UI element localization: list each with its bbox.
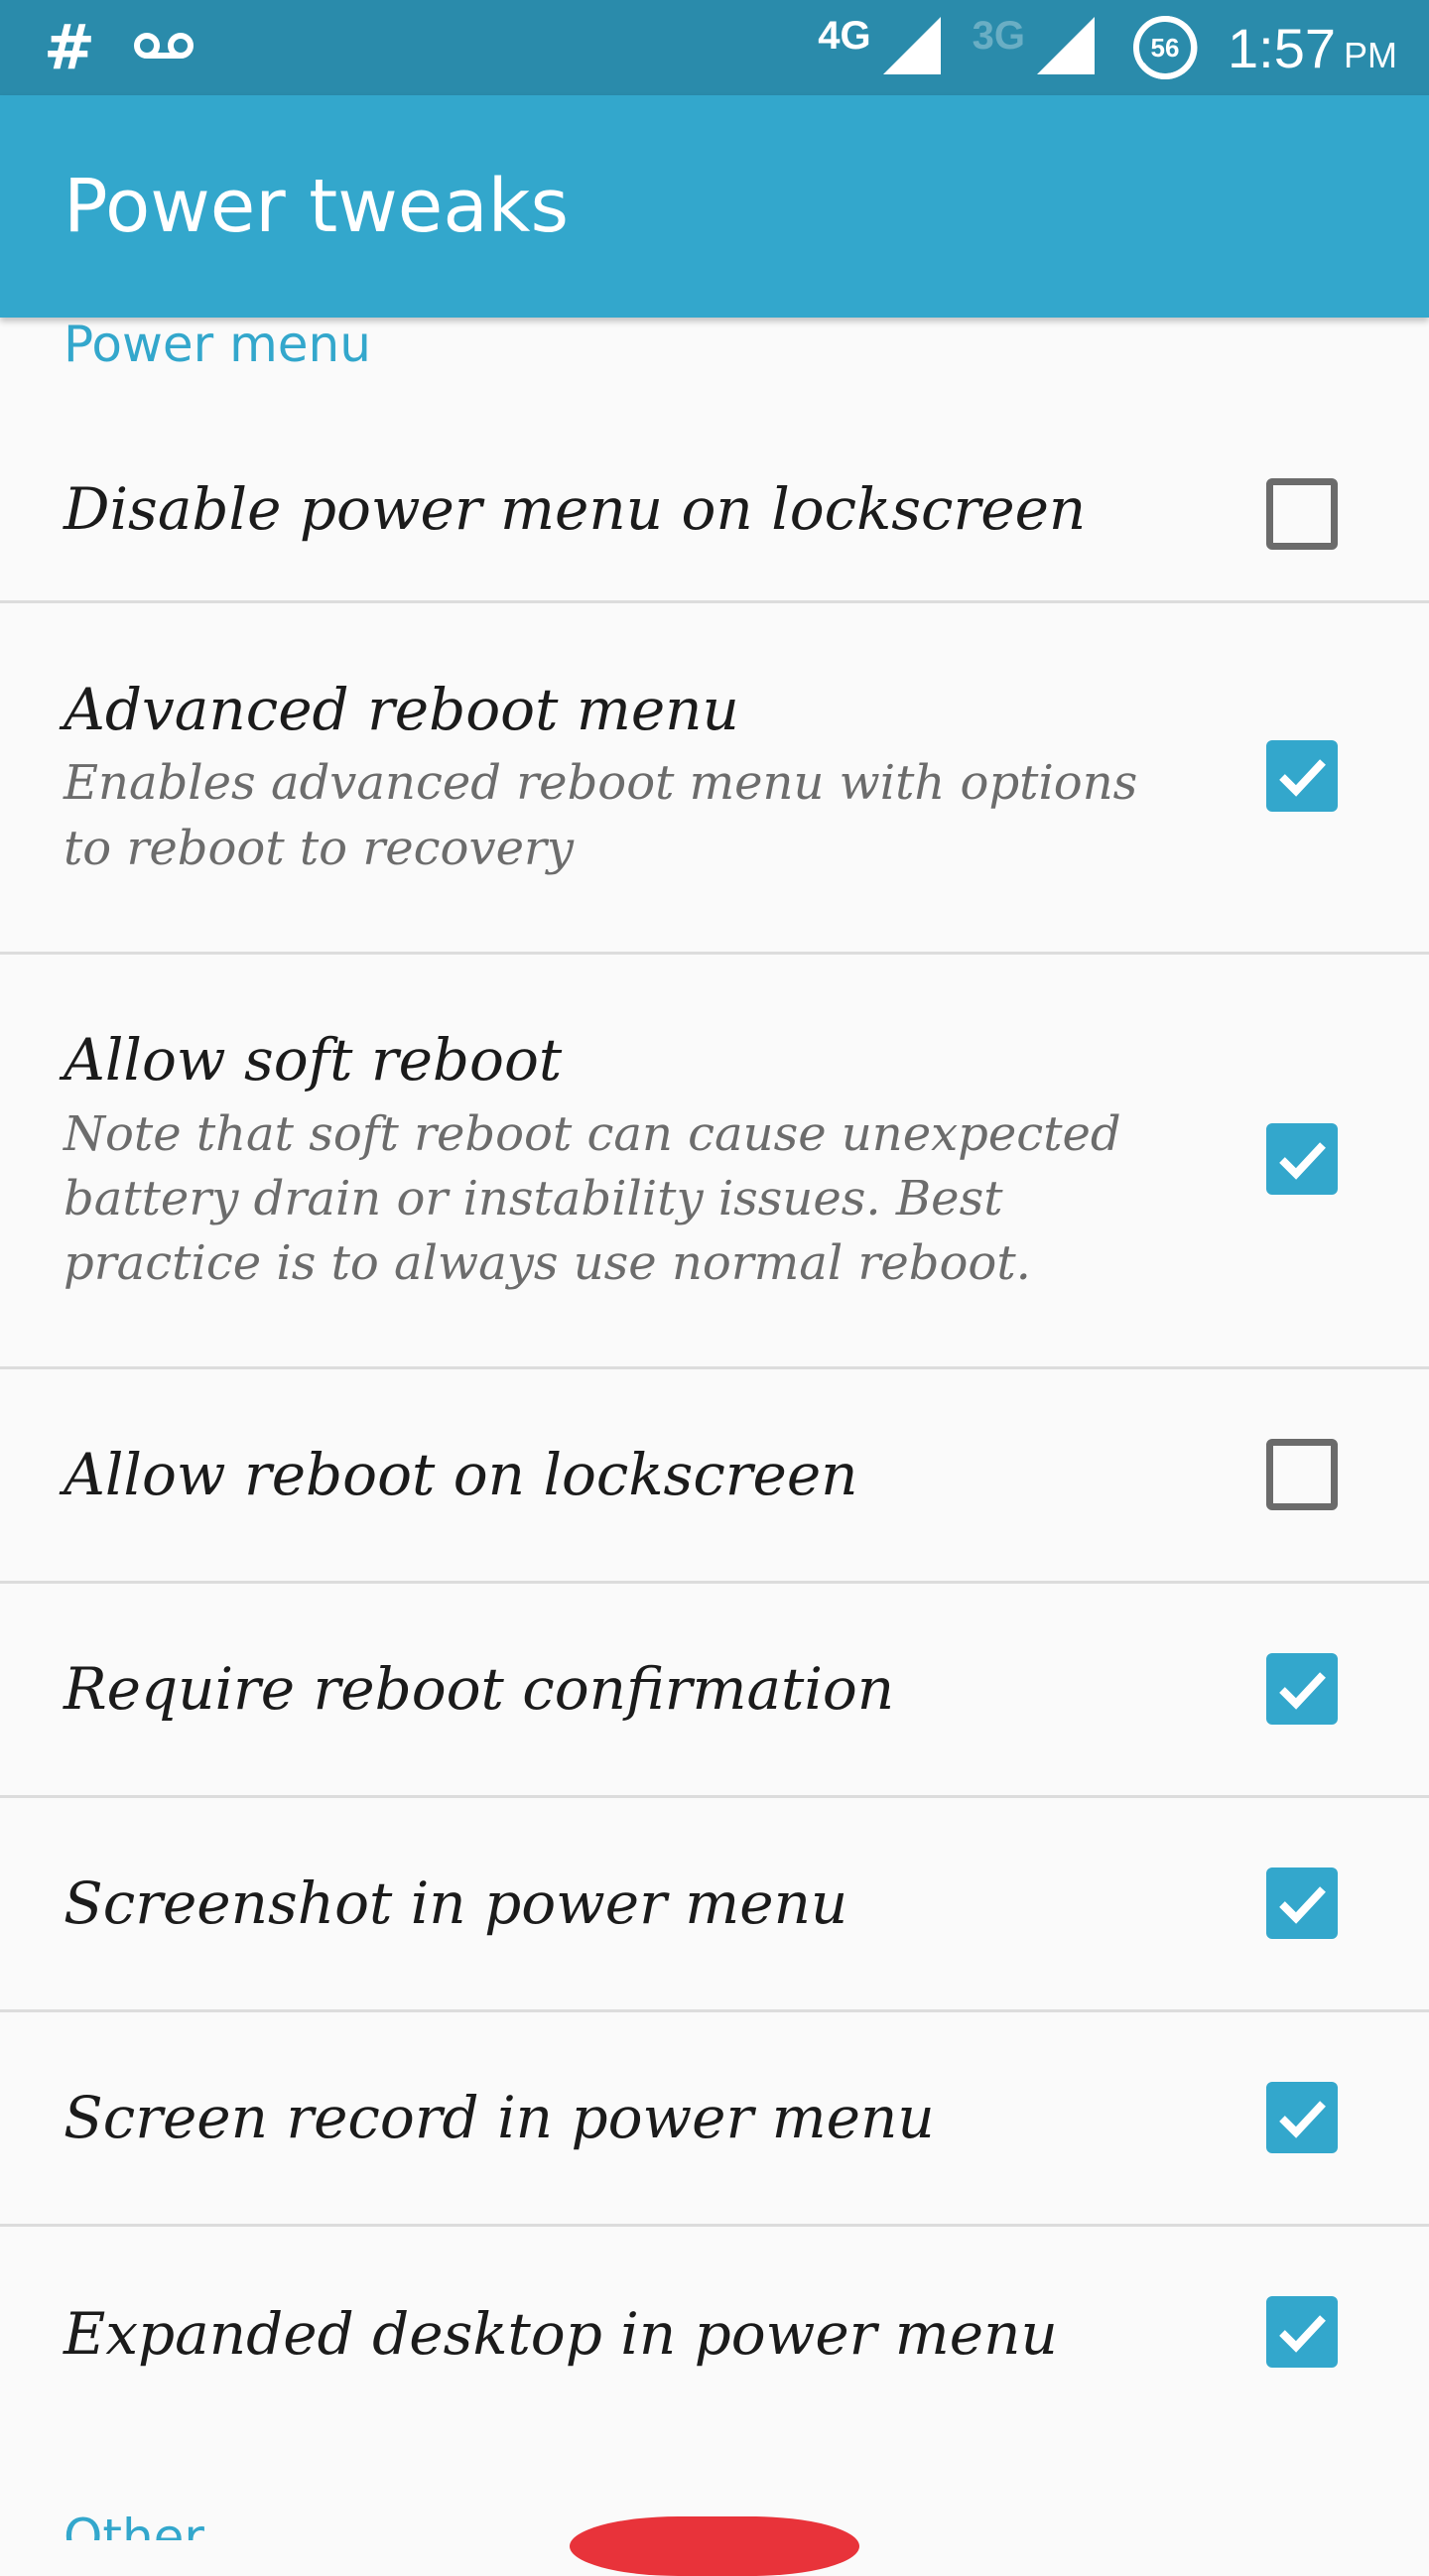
pref-title: Screen record in power menu: [64, 2084, 935, 2152]
pref-text: Allow reboot on lockscreen: [64, 1369, 1191, 1581]
pref-title: Screenshot in power menu: [64, 1869, 848, 1938]
pref-allow-reboot-lockscreen[interactable]: Allow reboot on lockscreen: [0, 1369, 1429, 1584]
pref-allow-soft-reboot[interactable]: Allow soft reboot Note that soft reboot …: [0, 955, 1429, 1369]
section-header-power-menu: Power menu: [64, 318, 371, 373]
checkbox-require-reboot-confirmation[interactable]: [1266, 1653, 1338, 1725]
checkmark-icon: [1279, 1142, 1326, 1180]
pref-screenshot-power-menu[interactable]: Screenshot in power menu: [0, 1798, 1429, 2012]
checkmark-icon: [1279, 759, 1326, 797]
battery-icon: 56: [1130, 13, 1200, 82]
section-header-other: Other: [64, 2509, 204, 2540]
pref-summary: Enables advanced reboot menu with option…: [64, 755, 1138, 876]
pref-text: Screen record in power menu: [64, 2012, 1191, 2224]
pref-advanced-reboot-menu[interactable]: Advanced reboot menu Enables advanced re…: [0, 603, 1429, 955]
pref-require-reboot-confirmation[interactable]: Require reboot confirmation: [0, 1584, 1429, 1798]
clock: 1:57 PM: [1228, 16, 1397, 80]
pref-title: Disable power menu on lockscreen: [64, 475, 1087, 544]
status-bar-right: 4G 3G 56 1:57 PM: [818, 0, 1397, 95]
status-bar: # 4G 3G 56 1:57 PM: [0, 0, 1429, 95]
signal-strength-icon: [881, 15, 943, 80]
pref-disable-power-menu-lockscreen[interactable]: Disable power menu on lockscreen: [0, 419, 1429, 603]
checkbox-allow-reboot-lockscreen[interactable]: [1266, 1439, 1338, 1510]
preferences-list[interactable]: Power menu Disable power menu on lockscr…: [0, 318, 1429, 2540]
pref-title: Allow reboot on lockscreen: [64, 1441, 858, 1509]
checkmark-icon: [1279, 1886, 1326, 1924]
checkbox-allow-soft-reboot[interactable]: [1266, 1123, 1338, 1195]
pref-title: Allow soft reboot: [64, 1026, 563, 1095]
pref-text: Expanded desktop in power menu: [64, 2227, 1191, 2441]
pref-title: Advanced reboot menu: [64, 675, 739, 743]
pref-title: Require reboot confirmation: [64, 1655, 895, 1724]
signal-strength-secondary-icon: [1035, 15, 1097, 80]
checkbox-advanced-reboot-menu[interactable]: [1266, 740, 1338, 812]
pref-text: Require reboot confirmation: [64, 1584, 1191, 1795]
floating-action-button[interactable]: [570, 2516, 859, 2576]
checkbox-disable-power-menu-lockscreen[interactable]: [1266, 478, 1338, 550]
clock-time: 1:57: [1228, 16, 1336, 79]
checkbox-expanded-desktop-power-menu[interactable]: [1266, 2296, 1338, 2368]
pref-text: Allow soft reboot Note that soft reboot …: [64, 955, 1191, 1366]
checkmark-icon: [1279, 1672, 1326, 1710]
pref-expanded-desktop-power-menu[interactable]: Expanded desktop in power menu: [0, 2227, 1429, 2441]
pref-screen-record-power-menu[interactable]: Screen record in power menu: [0, 2012, 1429, 2227]
pref-text: Screenshot in power menu: [64, 1798, 1191, 2009]
pref-summary: Note that soft reboot can cause unexpect…: [64, 1105, 1121, 1292]
network-3g-label: 3G: [972, 14, 1025, 58]
checkmark-icon: [1279, 2101, 1326, 2138]
hash-icon: #: [44, 11, 95, 83]
page-title: Power tweaks: [64, 164, 570, 249]
checkbox-screen-record-power-menu[interactable]: [1266, 2082, 1338, 2153]
network-4g-label: 4G: [818, 14, 871, 58]
battery-level-label: 56: [1150, 32, 1180, 63]
pref-title: Expanded desktop in power menu: [64, 2299, 1058, 2368]
pref-text: Disable power menu on lockscreen: [64, 419, 1191, 600]
checkbox-screenshot-power-menu[interactable]: [1266, 1868, 1338, 1939]
checkmark-icon: [1279, 2315, 1326, 2353]
status-bar-left: #: [44, 0, 195, 95]
pref-text: Advanced reboot menu Enables advanced re…: [64, 603, 1191, 952]
voicemail-icon: [133, 31, 195, 64]
app-bar: Power tweaks: [0, 95, 1429, 318]
clock-ampm: PM: [1344, 34, 1397, 75]
